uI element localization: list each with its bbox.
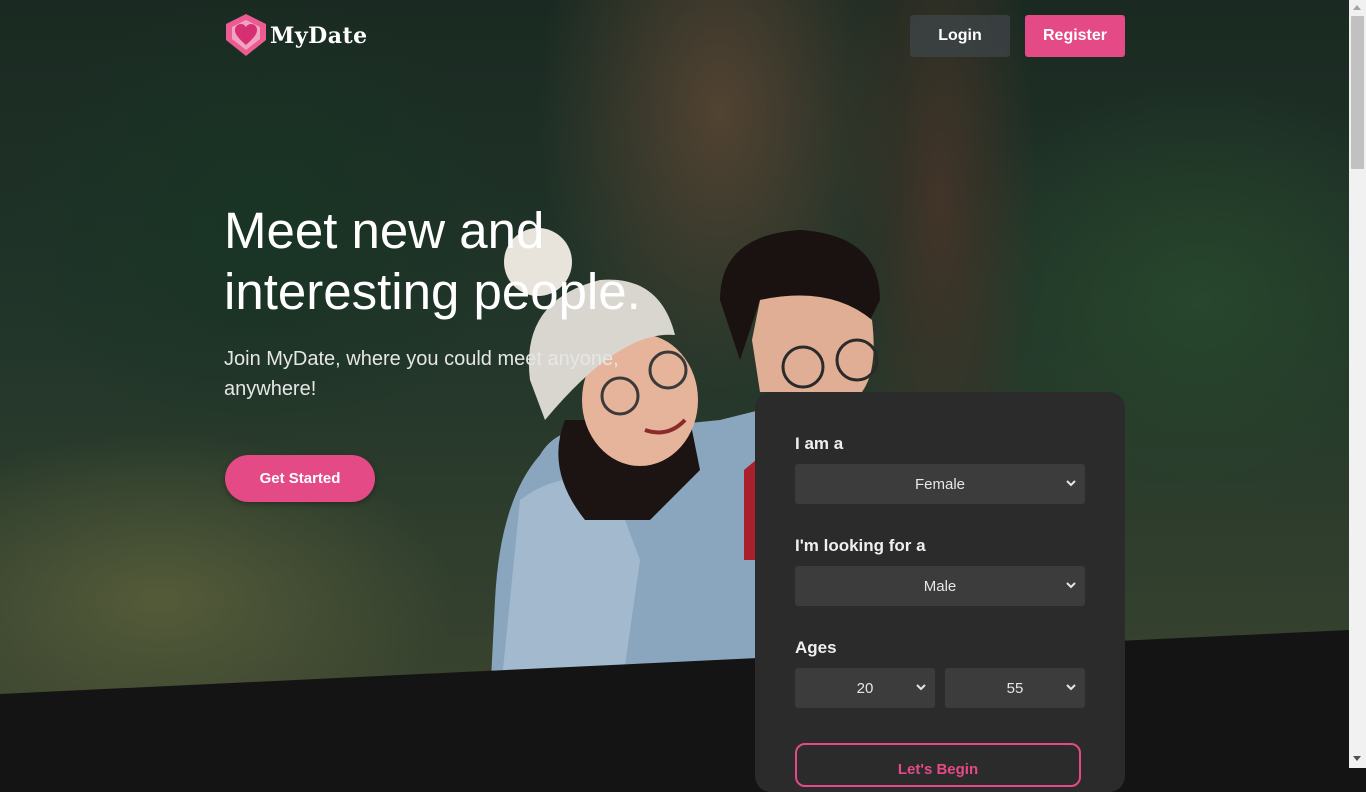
seeking-select[interactable]: Male (795, 566, 1085, 606)
lets-begin-button[interactable]: Let's Begin (795, 743, 1081, 787)
hero-headline: Meet new and interesting people. (224, 202, 641, 320)
ages-label: Ages (795, 638, 837, 657)
gender-select-value: Female (914, 475, 966, 493)
signup-form-card: I am a Female I'm looking for a Male Age… (755, 392, 1125, 792)
chevron-down-icon (916, 684, 926, 691)
seeking-select-value: Male (923, 577, 957, 595)
login-button[interactable]: Login (910, 15, 1010, 57)
age-max-select[interactable]: 55 (945, 668, 1085, 708)
gender-select[interactable]: Female (795, 464, 1085, 504)
chevron-down-icon (1066, 684, 1076, 691)
hero-subtitle: Join MyDate, where you could meet anyone… (224, 348, 619, 400)
heart-icon (226, 14, 266, 56)
get-started-button[interactable]: Get Started (225, 455, 375, 502)
brand-name: MyDate (270, 23, 368, 49)
age-max-value: 55 (1006, 679, 1024, 697)
age-min-select[interactable]: 20 (795, 668, 935, 708)
brand-logo[interactable]: MyDate (224, 12, 368, 58)
scroll-down-arrow-icon[interactable] (1353, 756, 1361, 761)
scroll-up-arrow-icon[interactable] (1353, 5, 1361, 10)
age-min-value: 20 (856, 679, 874, 697)
chevron-down-icon (1066, 582, 1076, 589)
scroll-thumb[interactable] (1351, 16, 1364, 169)
chevron-down-icon (1066, 480, 1076, 487)
gender-label: I am a (795, 434, 844, 453)
register-button[interactable]: Register (1025, 15, 1125, 57)
seeking-label: I'm looking for a (795, 536, 926, 555)
